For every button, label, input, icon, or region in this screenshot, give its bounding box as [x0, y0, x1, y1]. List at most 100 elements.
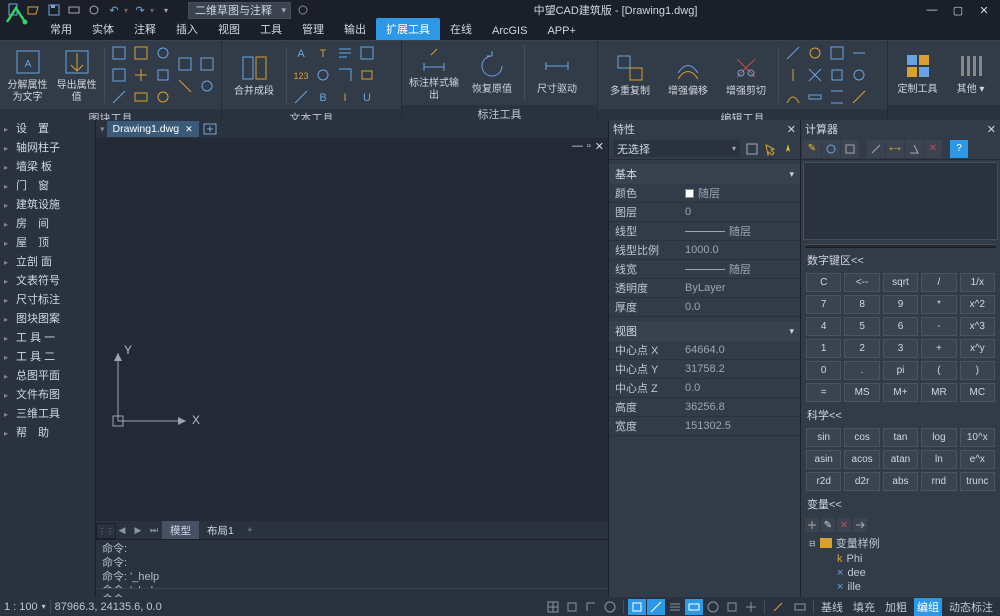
sb-grid-icon[interactable] — [544, 599, 562, 615]
edit-tool-icon[interactable] — [827, 43, 847, 63]
text-tool-icon[interactable] — [357, 65, 377, 85]
workspace-gear-icon[interactable] — [295, 2, 311, 18]
collapse-icon[interactable]: ▾ — [789, 169, 794, 180]
calc-key[interactable]: rnd — [921, 472, 956, 491]
calc-key[interactable]: r2d — [806, 472, 841, 491]
block-tool-icon[interactable] — [197, 76, 217, 96]
calc-key[interactable]: MC — [960, 383, 995, 402]
calc-key[interactable]: tan — [883, 428, 918, 447]
calc-key[interactable]: 5 — [844, 317, 879, 336]
tab-arcgis[interactable]: ArcGIS — [482, 22, 537, 40]
text-tool-icon[interactable]: T — [313, 43, 333, 63]
block-tool-icon[interactable] — [153, 87, 173, 107]
close-tab-icon[interactable]: ✕ — [185, 124, 193, 135]
layout-prev-icon[interactable]: ◀ — [114, 522, 130, 538]
command-resize-handle[interactable]: ⋮⋮ — [96, 523, 116, 539]
calc-key[interactable]: d2r — [844, 472, 879, 491]
sidebar-item[interactable]: 设 置 — [0, 120, 95, 139]
calc-key[interactable]: MR — [921, 383, 956, 402]
calc-key[interactable]: 2 — [844, 339, 879, 358]
sidebar-item[interactable]: 轴网柱子 — [0, 139, 95, 158]
block-tool-icon[interactable] — [175, 76, 195, 96]
sidebar-item[interactable]: 立剖 面 — [0, 253, 95, 272]
calc-key[interactable]: 7 — [806, 295, 841, 314]
layout-last-icon[interactable]: ⏭ — [146, 522, 162, 538]
layout-next-icon[interactable]: ▶ — [130, 522, 146, 538]
qat-save-icon[interactable] — [46, 2, 62, 18]
calc-key[interactable]: cos — [844, 428, 879, 447]
calc-key[interactable]: 4 — [806, 317, 841, 336]
calc-get-icon[interactable] — [841, 140, 859, 158]
calc-key[interactable]: / — [921, 273, 956, 292]
calc-dist-icon[interactable]: ⟷ — [886, 140, 904, 158]
export-attrs-button[interactable]: 导出属性值 — [53, 45, 100, 105]
sb-model-icon[interactable] — [723, 599, 741, 615]
sb-toggle[interactable]: 编组 — [914, 598, 942, 616]
var-delete-icon[interactable]: ✕ — [837, 518, 851, 532]
tab-tools[interactable]: 工具 — [250, 18, 292, 40]
calc-key[interactable]: acos — [844, 450, 879, 469]
calc-key[interactable]: atan — [883, 450, 918, 469]
calc-key[interactable]: x^3 — [960, 317, 995, 336]
calc-key[interactable]: 1 — [806, 339, 841, 358]
sb-toggle[interactable]: 动态标注 — [946, 598, 996, 616]
enhanced-offset-button[interactable]: 增强偏移 — [660, 45, 716, 105]
calc-key[interactable]: x^y — [960, 339, 995, 358]
dim-drive-button[interactable]: 尺寸驱动 — [529, 43, 585, 103]
calc-key[interactable]: pi — [883, 361, 918, 380]
calc-key[interactable]: <-- — [844, 273, 879, 292]
calc-key[interactable]: ( — [921, 361, 956, 380]
text-tool-icon[interactable] — [335, 65, 355, 85]
calc-key[interactable]: 9 — [883, 295, 918, 314]
var-item[interactable]: kPhi — [809, 552, 996, 566]
calc-mode-icon[interactable] — [822, 140, 840, 158]
calc-key[interactable]: ln — [921, 450, 956, 469]
tab-insert[interactable]: 插入 — [166, 18, 208, 40]
dim-style-export-button[interactable]: 标注样式输出 — [406, 43, 462, 103]
calc-angle-icon[interactable] — [905, 140, 923, 158]
calc-key[interactable]: ) — [960, 361, 995, 380]
tab-output[interactable]: 输出 — [334, 18, 376, 40]
calc-key[interactable]: = — [806, 383, 841, 402]
edit-tool-icon[interactable] — [805, 87, 825, 107]
block-tool-icon[interactable] — [109, 43, 129, 63]
explode-attrs-button[interactable]: A分解属性为文字 — [4, 45, 51, 105]
edit-tool-icon[interactable] — [849, 65, 869, 85]
new-tab-icon[interactable] — [201, 121, 219, 137]
text-tool-icon[interactable] — [335, 43, 355, 63]
calc-key[interactable]: abs — [883, 472, 918, 491]
enhanced-trim-button[interactable]: 增强剪切 — [718, 45, 774, 105]
doc-close-icon[interactable]: ✕ — [595, 140, 604, 153]
calc-key[interactable]: M+ — [883, 383, 918, 402]
sidebar-item[interactable]: 屋 顶 — [0, 234, 95, 253]
calc-key[interactable]: 3 — [883, 339, 918, 358]
edit-tool-icon[interactable] — [827, 87, 847, 107]
restore-value-button[interactable]: 恢复原值 — [464, 43, 520, 103]
calc-key[interactable]: 1/x — [960, 273, 995, 292]
qat-plot-icon[interactable] — [66, 2, 82, 18]
sb-lwt-icon[interactable] — [666, 599, 684, 615]
qat-preview-icon[interactable] — [86, 2, 102, 18]
other-tools-button[interactable]: 其他 ▾ — [945, 43, 996, 103]
qat-undo-icon[interactable]: ↶ — [106, 2, 122, 18]
calc-key[interactable]: asin — [806, 450, 841, 469]
calc-key[interactable]: 10^x — [960, 428, 995, 447]
block-tool-icon[interactable] — [131, 43, 151, 63]
calc-key[interactable]: - — [921, 317, 956, 336]
var-edit-icon[interactable]: ✎ — [821, 518, 835, 532]
sb-snap-icon[interactable] — [563, 599, 581, 615]
sb-osnap-icon[interactable] — [628, 599, 646, 615]
calc-section-header[interactable]: 数字键区<< — [801, 250, 1000, 270]
calc-key[interactable]: 6 — [883, 317, 918, 336]
collapse-icon[interactable]: ▾ — [789, 326, 794, 337]
var-folder[interactable]: ⊟变量样例 — [809, 534, 996, 552]
calc-key[interactable]: C — [806, 273, 841, 292]
add-layout-icon[interactable]: + — [242, 522, 258, 538]
text-tool-icon[interactable]: U — [357, 87, 377, 107]
text-tool-icon[interactable]: I — [335, 87, 355, 107]
layout1-tab[interactable]: 布局1 — [199, 521, 242, 540]
calc-key[interactable]: 0 — [806, 361, 841, 380]
custom-tools-button[interactable]: 定制工具 — [892, 43, 943, 103]
quick-select-icon[interactable] — [780, 141, 796, 157]
calc-key[interactable]: sqrt — [883, 273, 918, 292]
